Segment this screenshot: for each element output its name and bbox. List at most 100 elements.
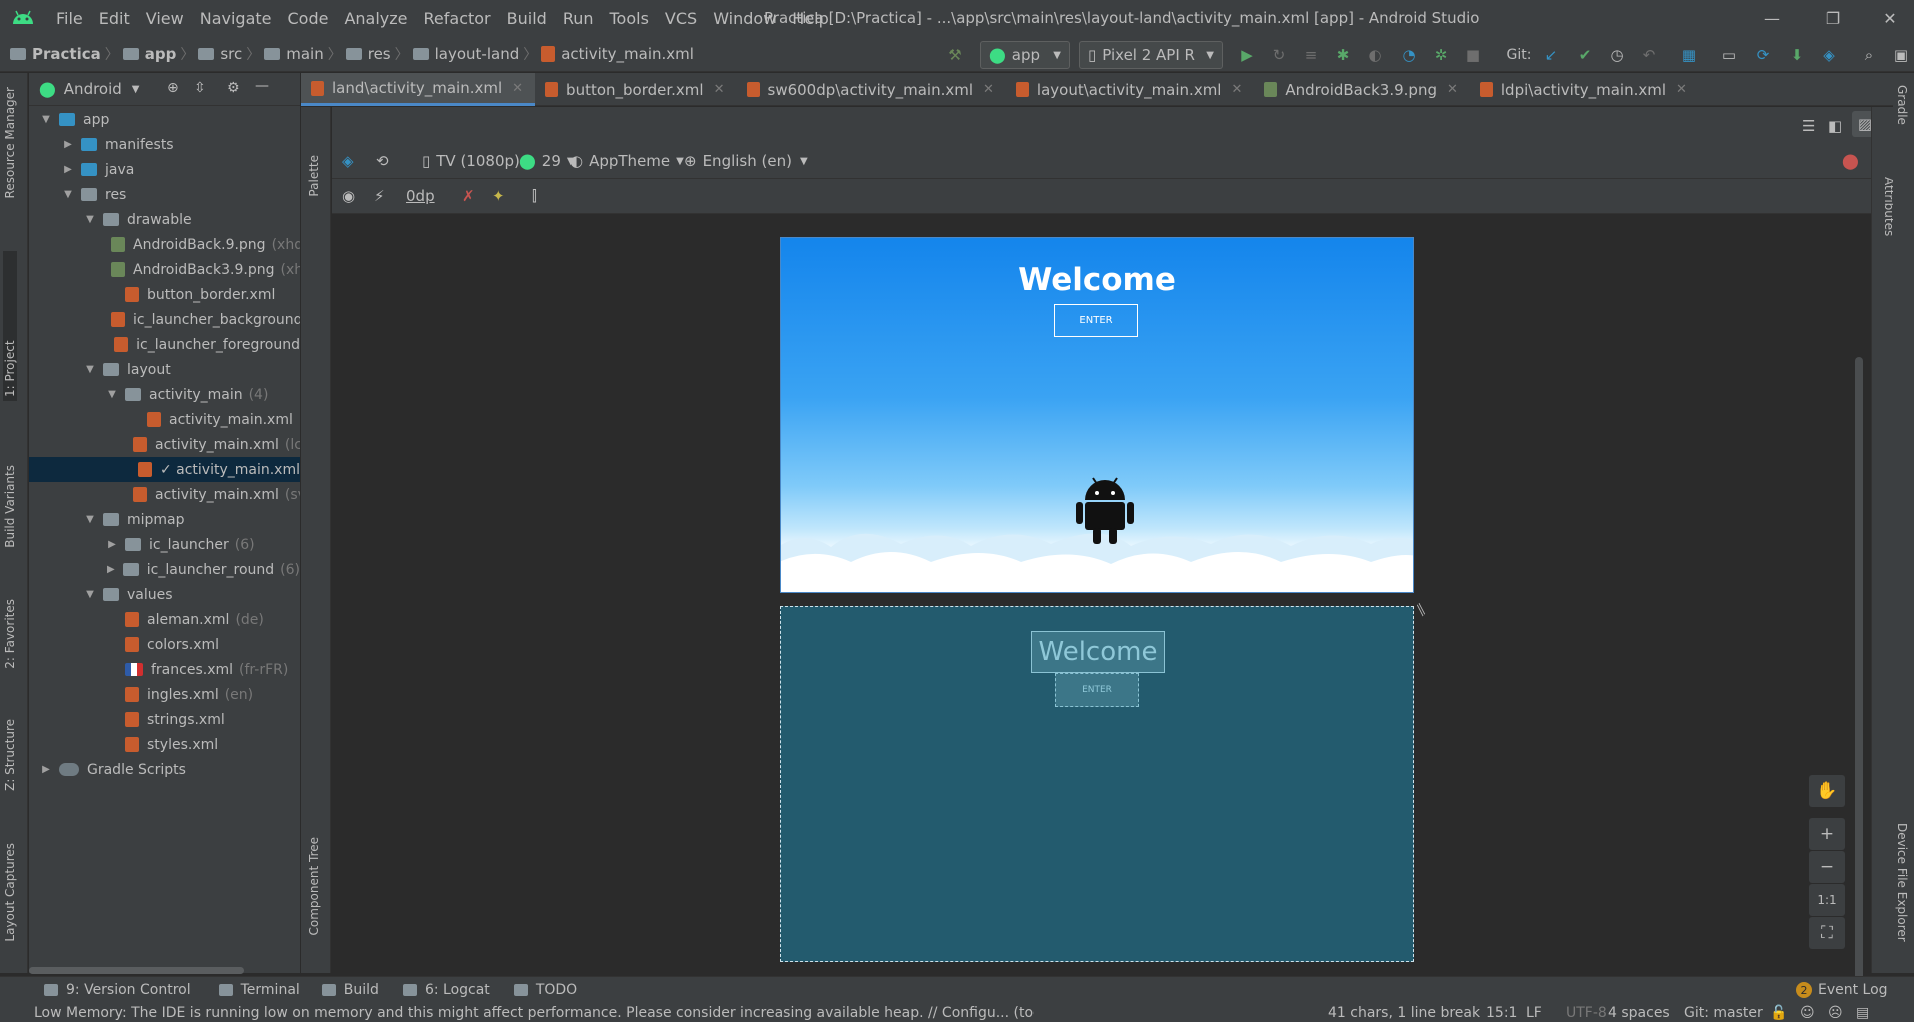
lock-icon[interactable]: 🔓: [1770, 1005, 1787, 1021]
expand-down-icon[interactable]: ▼: [83, 364, 97, 375]
error-icon[interactable]: ⬤: [1842, 152, 1859, 170]
editor-tab[interactable]: ldpi\activity_main.xml ✕: [1470, 73, 1699, 106]
expand-down-icon[interactable]: ▼: [83, 514, 97, 525]
git-rollback-icon[interactable]: ↶: [1638, 44, 1660, 66]
breadcrumb-main[interactable]: main: [264, 45, 324, 63]
tool-project[interactable]: 1: Project: [3, 251, 17, 401]
close-tab-icon[interactable]: ✕: [1447, 82, 1458, 97]
palette-tab[interactable]: Palette: [307, 155, 321, 197]
git-commit-icon[interactable]: ✔: [1574, 44, 1596, 66]
assistant-icon[interactable]: ◈: [1818, 44, 1840, 66]
status-caret-position[interactable]: 15:1: [1486, 1005, 1517, 1021]
apply-code-changes-icon[interactable]: ≡: [1300, 44, 1322, 66]
tool-event-log[interactable]: 2 Event Log: [1796, 982, 1888, 998]
design-surface-icon[interactable]: ◈: [342, 152, 354, 170]
restore-icon[interactable]: ❐: [1813, 6, 1853, 30]
menu-refactor[interactable]: Refactor: [416, 9, 499, 28]
tool-version-control[interactable]: 9: Version Control: [44, 982, 191, 998]
expand-down-icon[interactable]: ▼: [61, 189, 75, 200]
menu-analyze[interactable]: Analyze: [336, 9, 415, 28]
breadcrumb-file[interactable]: activity_main.xml: [541, 45, 694, 63]
expand-down-icon[interactable]: ▼: [105, 389, 119, 400]
clear-constraints-icon[interactable]: ✗: [462, 187, 475, 205]
tree-item[interactable]: aleman.xml (de): [29, 607, 300, 632]
run-config-select[interactable]: ⬤ app ▼: [980, 41, 1070, 69]
expand-right-icon[interactable]: ▶: [61, 139, 75, 150]
project-structure-icon[interactable]: ▦: [1678, 44, 1700, 66]
tree-item[interactable]: ▶ ic_launcher (6): [29, 532, 300, 557]
close-tab-icon[interactable]: ✕: [1676, 82, 1687, 97]
guidelines-icon[interactable]: ⫿: [532, 187, 537, 205]
breadcrumb-app[interactable]: app: [122, 45, 176, 63]
enter-button[interactable]: ENTER: [1054, 304, 1138, 337]
tree-item[interactable]: ic_launcher_foreground: [29, 332, 300, 357]
expand-right-icon[interactable]: ▶: [105, 564, 117, 575]
vertical-scrollbar[interactable]: [1855, 357, 1863, 1022]
breadcrumb-res[interactable]: res: [345, 45, 391, 63]
close-tab-icon[interactable]: ✕: [714, 82, 725, 97]
tree-item[interactable]: ▶ java: [29, 157, 300, 182]
zoom-actual-size-button[interactable]: 1:1: [1809, 884, 1845, 916]
menu-file[interactable]: File: [48, 9, 91, 28]
design-preview[interactable]: Welcome ENTER: [780, 237, 1414, 593]
tool-device-file-explorer[interactable]: Device File Explorer: [1895, 823, 1909, 942]
tree-item[interactable]: ▼ values: [29, 582, 300, 607]
inspector-icon[interactable]: ☺: [1800, 1005, 1815, 1021]
orientation-icon[interactable]: ⟲: [376, 152, 389, 170]
expand-down-icon[interactable]: ▼: [39, 114, 53, 125]
tree-item[interactable]: ▼ mipmap: [29, 507, 300, 532]
menu-navigate[interactable]: Navigate: [192, 9, 280, 28]
tree-item[interactable]: colors.xml: [29, 632, 300, 657]
tree-item[interactable]: ▼ layout: [29, 357, 300, 382]
tree-item[interactable]: ▼ app: [29, 107, 300, 132]
tree-item[interactable]: styles.xml: [29, 732, 300, 757]
sdk-manager-icon[interactable]: ⬇: [1786, 44, 1808, 66]
git-update-icon[interactable]: ↙: [1540, 44, 1562, 66]
expand-right-icon[interactable]: ▶: [105, 539, 119, 550]
device-select[interactable]: ▯ TV (1080p) ▼: [422, 152, 534, 170]
default-margin-field[interactable]: 0dp: [406, 187, 435, 205]
tool-gradle[interactable]: Gradle: [1895, 85, 1909, 125]
close-tab-icon[interactable]: ✕: [512, 81, 523, 96]
tree-item[interactable]: activity_main.xml (lc: [29, 432, 300, 457]
status-vcs-branch[interactable]: Git: master: [1684, 1005, 1763, 1021]
tree-item[interactable]: strings.xml: [29, 707, 300, 732]
tree-item[interactable]: ▶ ic_launcher_round (6): [29, 557, 300, 582]
stop-icon[interactable]: ■: [1462, 44, 1484, 66]
menu-build[interactable]: Build: [499, 9, 555, 28]
feedback-icon[interactable]: ☹: [1828, 1005, 1843, 1021]
menu-run[interactable]: Run: [555, 9, 602, 28]
apply-changes-icon[interactable]: ↻: [1268, 44, 1290, 66]
tool-build-variants[interactable]: Build Variants: [3, 465, 17, 548]
view-options-eye-icon[interactable]: ◉: [342, 187, 355, 205]
status-message[interactable]: Low Memory: The IDE is running low on me…: [34, 1005, 1034, 1021]
menu-code[interactable]: Code: [280, 9, 337, 28]
device-select[interactable]: ▯ Pixel 2 API R ▼: [1079, 41, 1223, 69]
tool-favorites[interactable]: 2: Favorites: [3, 599, 17, 669]
close-window-icon[interactable]: ✕: [1870, 6, 1910, 30]
menu-view[interactable]: View: [138, 9, 192, 28]
horizontal-scrollbar[interactable]: [29, 967, 244, 974]
tree-item[interactable]: AndroidBack.9.png (xhd: [29, 232, 300, 257]
tree-item[interactable]: ▼ res: [29, 182, 300, 207]
close-tab-icon[interactable]: ✕: [983, 82, 994, 97]
blueprint-welcome-text[interactable]: Welcome: [1031, 631, 1165, 673]
tool-structure[interactable]: Z: Structure: [3, 719, 17, 791]
minimize-icon[interactable]: —: [1752, 6, 1792, 30]
component-tree-tab[interactable]: Component Tree: [307, 837, 321, 935]
sync-gradle-icon[interactable]: ⟳: [1752, 44, 1774, 66]
search-icon[interactable]: ⌕: [1858, 44, 1880, 66]
autoconnect-icon[interactable]: ⚡: [374, 187, 385, 205]
editor-tab[interactable]: AndroidBack3.9.png ✕: [1254, 73, 1470, 106]
breadcrumb-layout-land[interactable]: layout-land: [412, 45, 519, 63]
hide-panel-icon[interactable]: —: [255, 78, 269, 94]
zoom-in-button[interactable]: +: [1809, 818, 1845, 850]
code-view-icon[interactable]: ☰: [1802, 117, 1815, 135]
attach-debugger-icon[interactable]: ✲: [1430, 44, 1452, 66]
git-history-icon[interactable]: ◷: [1606, 44, 1628, 66]
tree-item[interactable]: ✓ activity_main.xml: [29, 457, 300, 482]
tool-layout-captures[interactable]: Layout Captures: [3, 843, 17, 942]
status-char-count[interactable]: 41 chars, 1 line break: [1328, 1005, 1480, 1021]
coverage-icon[interactable]: ◐: [1364, 44, 1386, 66]
menu-vcs[interactable]: VCS: [657, 9, 705, 28]
